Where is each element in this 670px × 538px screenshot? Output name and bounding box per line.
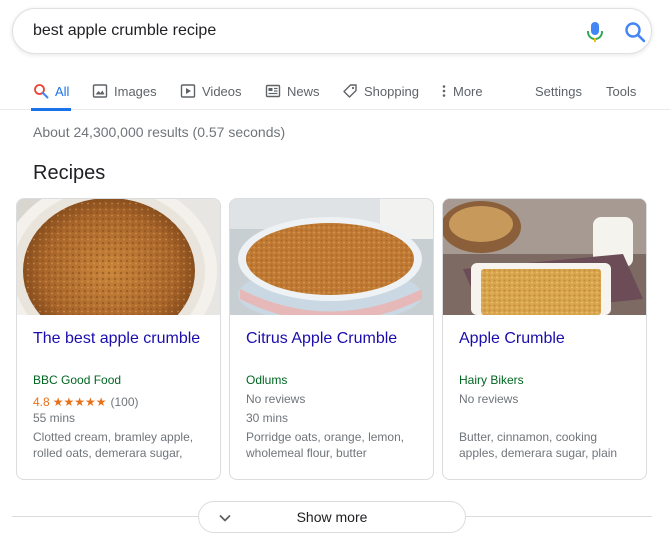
recipe-source: BBC Good Food [33,373,122,387]
tools-label: Tools [606,83,637,99]
tab-label: Images [114,83,157,99]
search-icon [34,84,49,99]
tab-label: More [453,83,483,99]
recipe-card[interactable]: Apple Crumble Hairy Bikers No reviews Bu… [442,198,647,480]
rating-value: 4.8 [33,395,50,409]
tab-label: Videos [202,83,242,99]
tools-link[interactable]: Tools [606,72,636,110]
show-more-button[interactable]: Show more [198,501,466,533]
tab-label: All [55,83,70,99]
recipe-ingredients: Clotted cream, bramley apple, rolled oat… [33,430,194,460]
tab-news[interactable]: News [265,72,320,110]
recipe-image [17,199,220,315]
recipe-reviews: No reviews [246,392,306,406]
recipe-title[interactable]: Citrus Apple Crumble [246,330,426,348]
tag-icon [343,84,357,98]
result-stats: About 24,300,000 results (0.57 seconds) [33,124,286,140]
tab-label: Shopping [364,83,419,99]
recipe-ingredients: Porridge oats, orange, lemon, wholemeal … [246,430,405,460]
settings-label: Settings [535,83,582,99]
tab-all[interactable]: All [30,72,72,111]
tab-label: News [287,83,320,99]
recipe-title[interactable]: Apple Crumble [459,330,639,348]
recipe-time: 30 mins [246,411,289,425]
recipe-reviews: No reviews [459,392,519,406]
recipe-card[interactable]: Citrus Apple Crumble Odlums No reviews 3… [229,198,434,480]
recipe-image [443,199,646,315]
tab-images[interactable]: Images [92,72,157,110]
settings-link[interactable]: Settings [535,72,582,110]
microphone-icon[interactable] [585,21,605,43]
recipe-card[interactable]: The best apple crumble BBC Good Food 4.8… [16,198,221,480]
newspaper-icon [265,84,281,98]
star-rating-icon: ★★★★★ [52,395,107,409]
recipe-image [230,199,433,315]
magnifier-icon[interactable] [624,21,646,43]
recipe-time: 55 mins [33,411,76,425]
recipes-heading: Recipes [33,162,106,184]
play-icon [180,84,196,98]
recipe-source: Hairy Bikers [459,373,524,387]
rating-count: (100) [110,395,139,409]
recipe-ingredients: Butter, cinnamon, cooking apples, demera… [459,430,618,460]
search-box[interactable] [12,8,652,54]
tab-shopping[interactable]: Shopping [342,72,419,110]
kebab-icon [442,85,446,97]
recipe-rating: 4.8 ★★★★★ (100) [33,395,139,409]
search-tabs: All Images Videos News Shopping More Set… [0,72,670,111]
tab-more[interactable]: More [440,72,483,110]
recipe-title[interactable]: The best apple crumble [33,330,213,348]
image-icon [92,84,108,98]
search-input[interactable] [33,9,553,53]
show-more-label: Show more [296,509,368,525]
recipe-source: Odlums [246,373,288,387]
tab-videos[interactable]: Videos [180,72,242,110]
